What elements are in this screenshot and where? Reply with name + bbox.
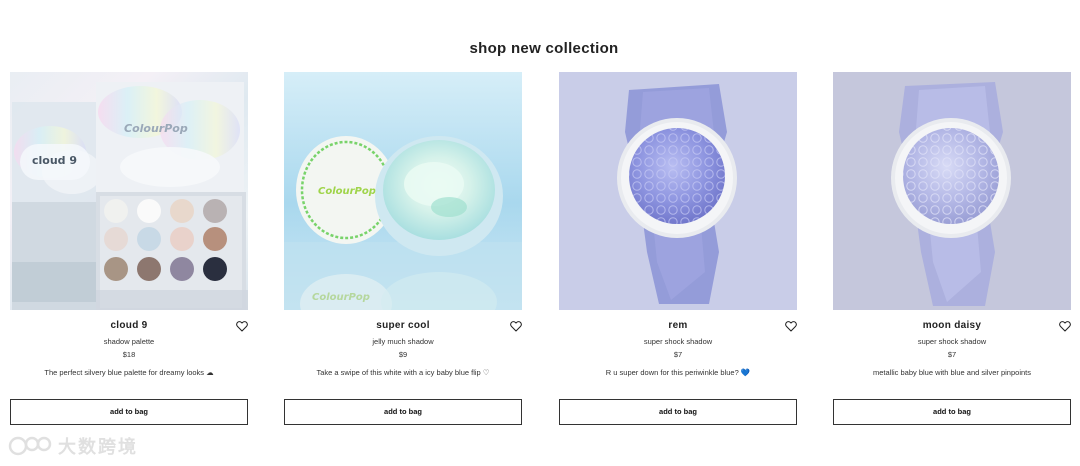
- product-price: $18: [122, 350, 136, 359]
- product-image-super-cool[interactable]: ColourPop ColourPop: [284, 72, 522, 310]
- product-subtitle: shadow palette: [103, 337, 155, 346]
- product-card-moon-daisy: moon daisy super shock shadow $7 metalli…: [833, 72, 1072, 425]
- product-name[interactable]: cloud 9: [10, 320, 248, 332]
- add-to-bag-button[interactable]: add to bag: [10, 399, 248, 425]
- product-image-cloud-9[interactable]: cloud 9 ColourPop: [10, 72, 248, 310]
- product-description: R u super down for this periwinkle blue?…: [605, 368, 751, 377]
- product-subtitle: super shock shadow: [643, 337, 713, 346]
- section-heading: shop new collection: [469, 40, 619, 57]
- watermark: 大数跨境: [8, 432, 138, 460]
- product-name[interactable]: moon daisy: [833, 320, 1071, 332]
- heart-outline-icon[interactable]: [509, 319, 523, 333]
- product-price: $9: [398, 350, 408, 359]
- svg-text:ColourPop: ColourPop: [318, 186, 376, 197]
- svg-text:ColourPop: ColourPop: [312, 292, 370, 303]
- add-to-bag-button[interactable]: add to bag: [559, 399, 797, 425]
- product-card-super-cool: ColourPop ColourPop super cool jelly muc…: [284, 72, 523, 425]
- heart-outline-icon[interactable]: [1058, 319, 1072, 333]
- product-description: Take a swipe of this white with a icy ba…: [316, 368, 490, 377]
- product-card-rem: rem super shock shadow $7 R u super down…: [559, 72, 798, 425]
- svg-text:cloud 9: cloud 9: [32, 154, 77, 167]
- watermark-logo-icon: [8, 436, 52, 456]
- add-to-bag-button[interactable]: add to bag: [284, 399, 522, 425]
- product-description: metallic baby blue with blue and silver …: [872, 368, 1031, 377]
- svg-text:ColourPop: ColourPop: [124, 122, 188, 135]
- heart-outline-icon[interactable]: [235, 319, 249, 333]
- watermark-text: 大数跨境: [58, 437, 138, 457]
- add-to-bag-button[interactable]: add to bag: [833, 399, 1071, 425]
- heart-outline-icon[interactable]: [784, 319, 798, 333]
- product-image-rem[interactable]: [559, 72, 797, 310]
- product-image-moon-daisy[interactable]: [833, 72, 1071, 310]
- product-price: $7: [947, 350, 957, 359]
- product-name[interactable]: super cool: [284, 320, 522, 332]
- product-name[interactable]: rem: [559, 320, 797, 332]
- product-description: The perfect silvery blue palette for dre…: [44, 368, 214, 377]
- product-card-cloud-9: cloud 9 ColourPop cloud 9 shadow palette…: [10, 72, 249, 425]
- product-subtitle: jelly much shadow: [372, 337, 434, 346]
- product-price: $7: [673, 350, 683, 359]
- product-subtitle: super shock shadow: [917, 337, 987, 346]
